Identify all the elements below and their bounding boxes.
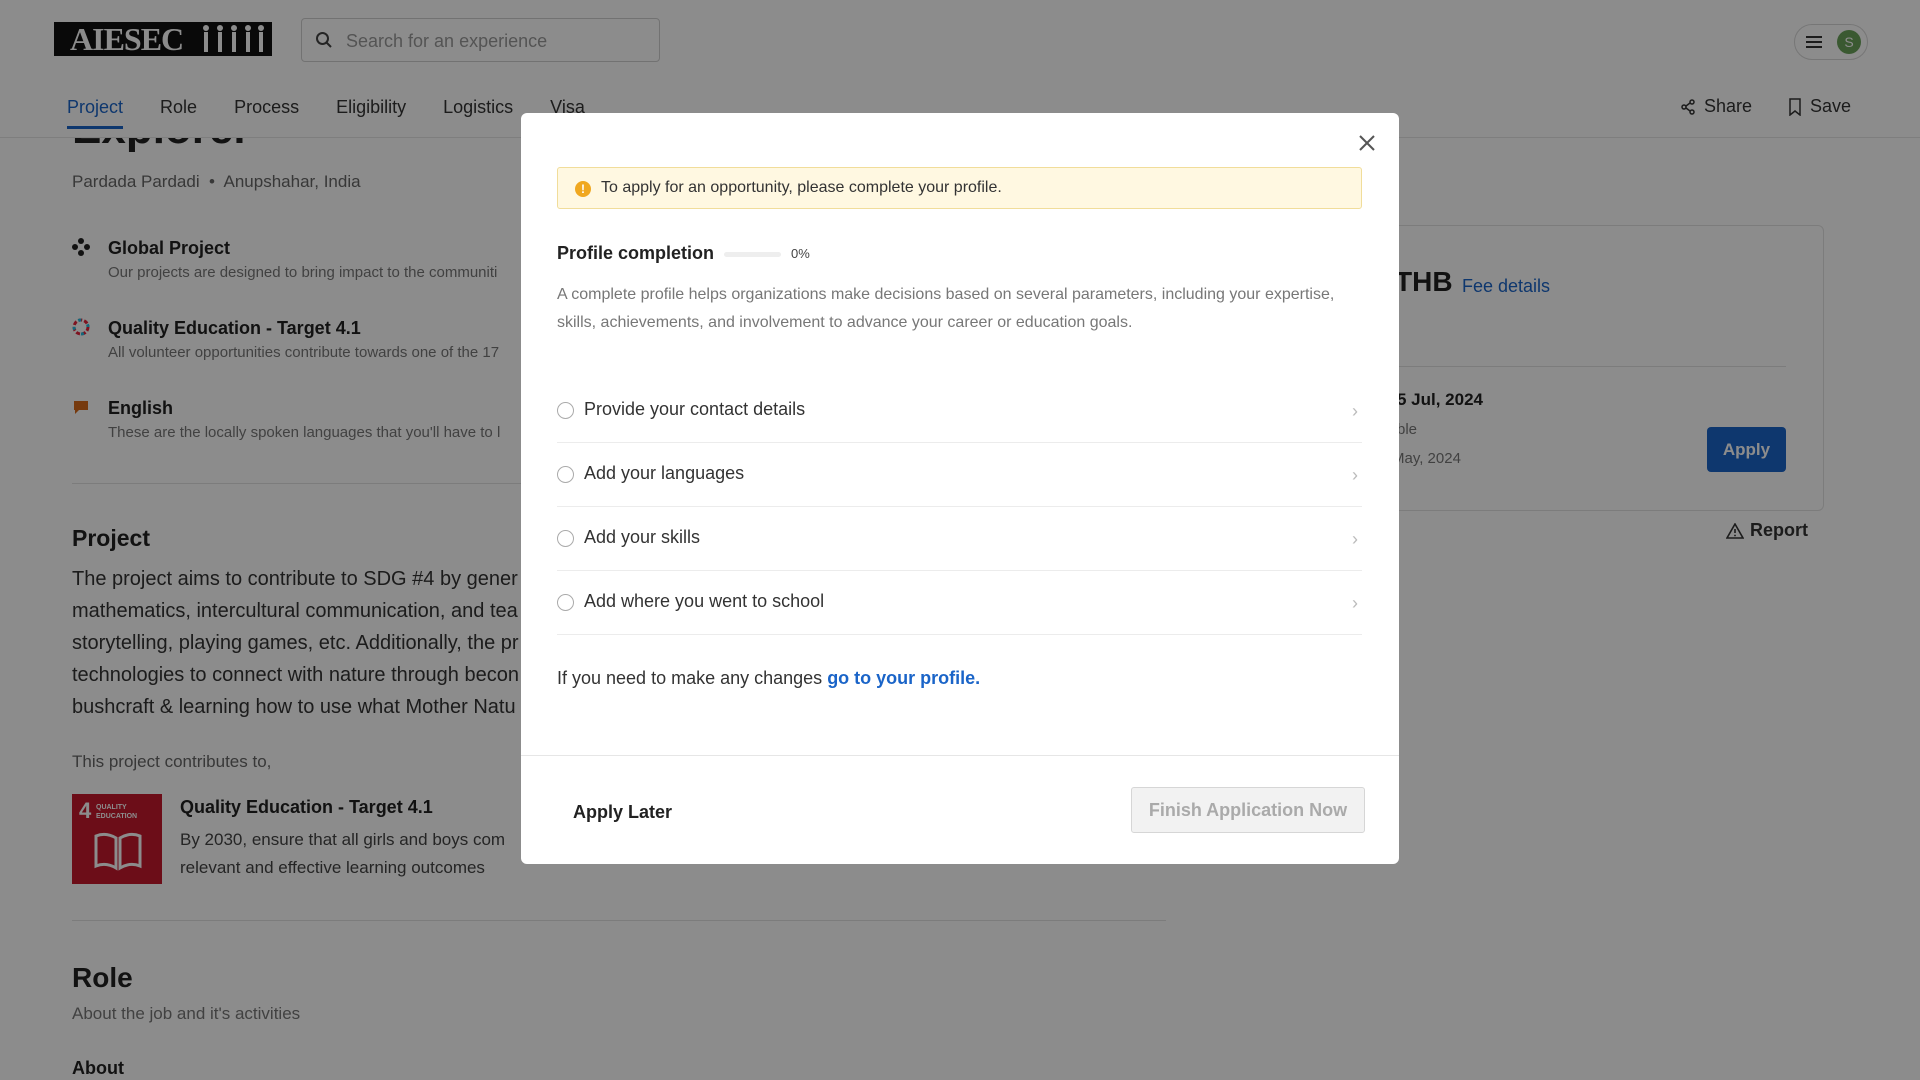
step-label: Add your skills	[584, 527, 701, 547]
profile-completion-description: A complete profile helps organizations m…	[557, 286, 1335, 331]
check-circle-icon	[557, 402, 574, 419]
step-skills[interactable]: Add your skills ›	[557, 507, 1362, 571]
chevron-right-icon: ›	[1352, 465, 1358, 485]
apply-later-button[interactable]: Apply Later	[561, 796, 684, 829]
step-label: Provide your contact details	[584, 399, 806, 419]
finish-application-button[interactable]: Finish Application Now	[1131, 787, 1365, 833]
complete-profile-alert: ! To apply for an opportunity, please co…	[557, 167, 1362, 209]
chevron-right-icon: ›	[1352, 401, 1358, 421]
profile-change-prefix: If you need to make any changes	[557, 668, 828, 688]
profile-change-note: If you need to make any changes go to yo…	[557, 668, 980, 689]
profile-completion-bar	[724, 252, 781, 257]
profile-completion-percent: 0%	[791, 246, 810, 261]
profile-completion-title: Profile completion	[557, 243, 715, 263]
modal-footer-divider	[521, 755, 1399, 756]
profile-completion-modal: ! To apply for an opportunity, please co…	[521, 113, 1399, 864]
check-circle-icon	[557, 530, 574, 547]
step-label: Add where you went to school	[584, 591, 825, 611]
chevron-right-icon: ›	[1352, 529, 1358, 549]
alert-text: To apply for an opportunity, please comp…	[601, 179, 1002, 196]
check-circle-icon	[557, 466, 574, 483]
chevron-right-icon: ›	[1352, 593, 1358, 613]
check-circle-icon	[557, 594, 574, 611]
step-label: Add your languages	[584, 463, 745, 483]
info-warning-icon: !	[575, 181, 591, 197]
step-languages[interactable]: Add your languages ›	[557, 443, 1362, 507]
step-school[interactable]: Add where you went to school ›	[557, 571, 1362, 635]
go-to-profile-link[interactable]: go to your profile.	[827, 668, 980, 688]
step-contact-details[interactable]: Provide your contact details ›	[557, 379, 1362, 443]
close-icon[interactable]	[1353, 129, 1381, 157]
